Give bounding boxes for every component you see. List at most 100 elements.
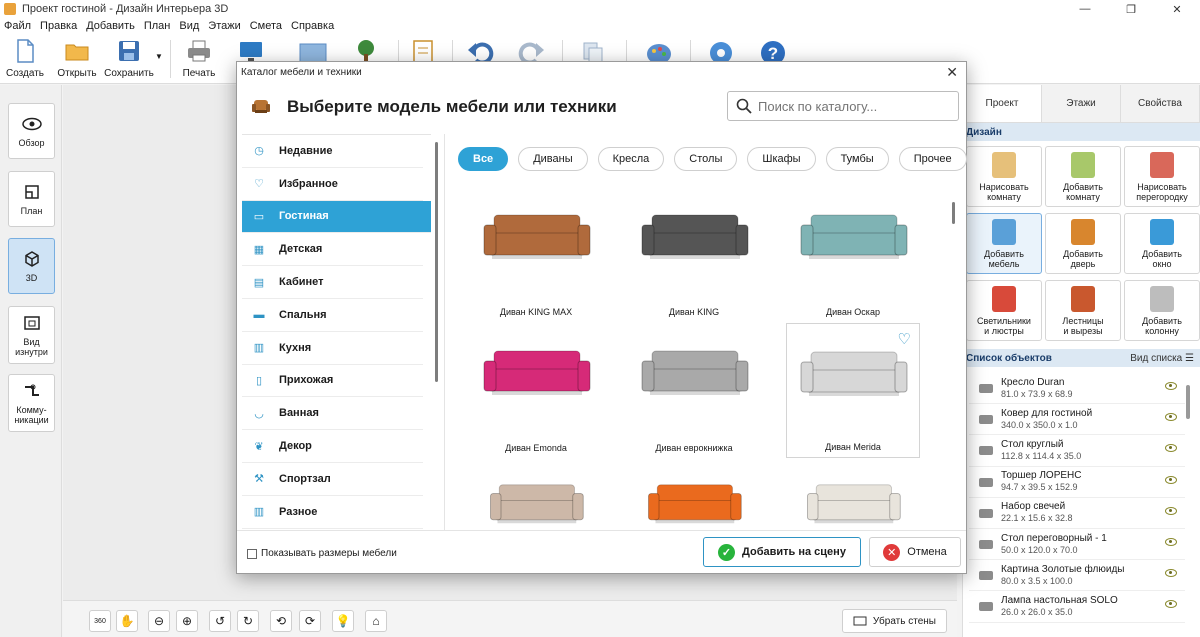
category-item[interactable]: ◡ Ванная: [242, 397, 423, 431]
object-list-item[interactable]: Картина Золотые флюиды 80.0 x 3.5 x 100.0: [969, 560, 1185, 592]
save-dropdown-icon[interactable]: ▼: [155, 52, 163, 61]
filter-chip[interactable]: Столы: [674, 147, 738, 171]
tool-stairs-button[interactable]: Лестницы и вырезы: [1045, 280, 1121, 341]
view-plan-button[interactable]: План: [8, 171, 55, 227]
category-item[interactable]: ▥ Кухня: [242, 332, 423, 365]
maximize-button[interactable]: ❐: [1108, 0, 1154, 18]
checkbox-box[interactable]: [247, 548, 257, 559]
rotate-left-icon[interactable]: ↺: [209, 610, 231, 632]
tool-add-column-button[interactable]: Добавить колонну: [1124, 280, 1200, 341]
category-item[interactable]: ❦ Декор: [242, 430, 423, 463]
object-list-item[interactable]: Стол круглый 112.8 x 114.4 x 35.0: [969, 435, 1185, 467]
object-list-item[interactable]: Набор свечей 22.1 x 15.6 x 32.8: [969, 498, 1185, 529]
menu-help[interactable]: Справка: [291, 20, 334, 32]
zoom-in-icon[interactable]: ⊕: [176, 610, 198, 632]
tab-properties[interactable]: Свойства: [1121, 85, 1200, 122]
object-list-item[interactable]: Стол переговорный - 1 50.0 x 120.0 x 70.0: [969, 529, 1185, 561]
tool-draw-partition-button[interactable]: Нарисовать перегородку: [1124, 146, 1200, 207]
rotate-right-icon[interactable]: ↻: [237, 610, 259, 632]
cancel-button[interactable]: ✕ Отмена: [869, 537, 961, 567]
model-card[interactable]: Диван Оскар: [786, 187, 920, 322]
save-button[interactable]: Сохранить: [104, 37, 154, 79]
object-list-item[interactable]: Ковер для гостиной 340.0 x 350.0 x 1.0: [969, 404, 1185, 436]
visibility-eye-icon[interactable]: [1165, 506, 1177, 515]
orbit-right-icon[interactable]: ⟳: [299, 610, 321, 632]
filter-chip[interactable]: Прочее: [898, 147, 967, 171]
visibility-eye-icon[interactable]: [1165, 382, 1177, 390]
orbit-left-icon[interactable]: ⟲: [270, 610, 292, 632]
visibility-eye-icon[interactable]: [1165, 413, 1177, 422]
category-item[interactable]: ▦ Детская: [242, 233, 423, 267]
category-item[interactable]: ▤ Кабинет: [242, 266, 423, 299]
menu-plan[interactable]: План: [144, 20, 171, 32]
object-list-scrollbar[interactable]: [1186, 385, 1190, 419]
model-card[interactable]: Диван KING: [627, 187, 761, 322]
category-item[interactable]: ▬ Спальня: [242, 299, 423, 332]
model-card[interactable]: [786, 459, 920, 539]
remove-walls-button[interactable]: Убрать стены: [841, 609, 947, 633]
visibility-eye-icon[interactable]: [1165, 600, 1177, 609]
pan-hand-icon[interactable]: ✋: [116, 610, 138, 632]
catalog-search[interactable]: [727, 91, 959, 121]
model-card[interactable]: [469, 459, 603, 539]
visibility-eye-icon[interactable]: [1165, 444, 1177, 453]
filter-chip[interactable]: Диваны: [518, 147, 588, 171]
tool-lights-button[interactable]: Светильники и люстры: [966, 280, 1042, 341]
model-card[interactable]: Диван Emonda: [469, 323, 603, 458]
minimize-button[interactable]: —: [1062, 0, 1108, 18]
category-item[interactable]: ♡ Избранное: [242, 168, 423, 201]
search-input[interactable]: [758, 98, 948, 114]
zoom-out-icon[interactable]: ⊖: [148, 610, 170, 632]
tool-add-door-button[interactable]: Добавить дверь: [1045, 213, 1121, 274]
category-item[interactable]: ▯ Прихожая: [242, 365, 423, 398]
category-item[interactable]: ⚒ Спортзал: [242, 463, 423, 496]
visibility-eye-icon[interactable]: [1165, 537, 1177, 546]
visibility-eye-icon[interactable]: [1165, 569, 1177, 578]
model-card[interactable]: Диван еврокнижка: [627, 323, 761, 458]
print-button[interactable]: Печать: [174, 37, 224, 79]
tool-add-furniture-button[interactable]: Добавить мебель: [966, 213, 1042, 274]
home-icon[interactable]: ⌂: [365, 610, 387, 632]
menu-view[interactable]: Вид: [179, 20, 199, 32]
tool-draw-room-button[interactable]: Нарисовать комнату: [966, 146, 1042, 207]
filter-chip[interactable]: Шкафы: [747, 147, 816, 171]
object-list-item[interactable]: Торшер ЛОРЕНС 94.7 x 39.5 x 152.9: [969, 467, 1185, 498]
close-icon[interactable]: ✕: [946, 64, 958, 81]
list-view-toggle[interactable]: Вид списка ☰: [1130, 353, 1194, 364]
category-item[interactable]: ▥ Разное: [242, 496, 423, 529]
filter-chip[interactable]: Кресла: [597, 147, 665, 171]
create-button[interactable]: Создать: [0, 37, 50, 79]
visibility-eye-icon[interactable]: [1165, 475, 1177, 484]
close-window-button[interactable]: ✕: [1154, 0, 1200, 18]
tool-add-room-button[interactable]: Добавить комнату: [1045, 146, 1121, 207]
favorite-heart-icon[interactable]: ♡: [898, 330, 911, 348]
tab-project[interactable]: Проект: [963, 85, 1042, 122]
model-card[interactable]: [627, 459, 761, 539]
view-overview-button[interactable]: Обзор: [8, 103, 55, 159]
menu-floors[interactable]: Этажи: [208, 20, 240, 32]
category-scrollbar[interactable]: [435, 142, 438, 382]
menu-edit[interactable]: Правка: [40, 20, 77, 32]
menu-estimate[interactable]: Смета: [250, 20, 282, 32]
filter-chip[interactable]: Все: [458, 147, 509, 171]
open-button[interactable]: Открыть: [52, 37, 102, 79]
menu-file[interactable]: Файл: [4, 20, 31, 32]
category-item[interactable]: ◷ Недавние: [242, 135, 423, 168]
view-inside-button[interactable]: Вид изнутри: [8, 306, 55, 364]
models-scrollbar[interactable]: [952, 202, 955, 224]
tab-floors[interactable]: Этажи: [1042, 85, 1121, 122]
view-communications-button[interactable]: Комму- никации: [8, 374, 55, 432]
lightbulb-icon[interactable]: 💡: [332, 610, 354, 632]
model-card[interactable]: Диван Merida ♡: [786, 323, 920, 458]
add-to-scene-button[interactable]: ✓ Добавить на сцену: [703, 537, 861, 567]
show-sizes-checkbox[interactable]: Показывать размеры мебели: [247, 548, 397, 559]
object-list-item[interactable]: Кресло Duran 81.0 x 73.9 x 68.9: [969, 373, 1185, 405]
view-3d-button[interactable]: 3D: [8, 238, 55, 294]
view-360-button[interactable]: 360: [89, 610, 111, 632]
filter-chip[interactable]: Тумбы: [825, 147, 889, 171]
category-item[interactable]: ▭ Гостиная: [242, 200, 431, 234]
object-list-item[interactable]: Лампа настольная SOLO 26.0 x 26.0 x 35.0: [969, 591, 1185, 623]
menu-add[interactable]: Добавить: [86, 20, 135, 32]
tool-add-window-button[interactable]: Добавить окно: [1124, 213, 1200, 274]
model-card[interactable]: Диван KING MAX: [469, 187, 603, 322]
